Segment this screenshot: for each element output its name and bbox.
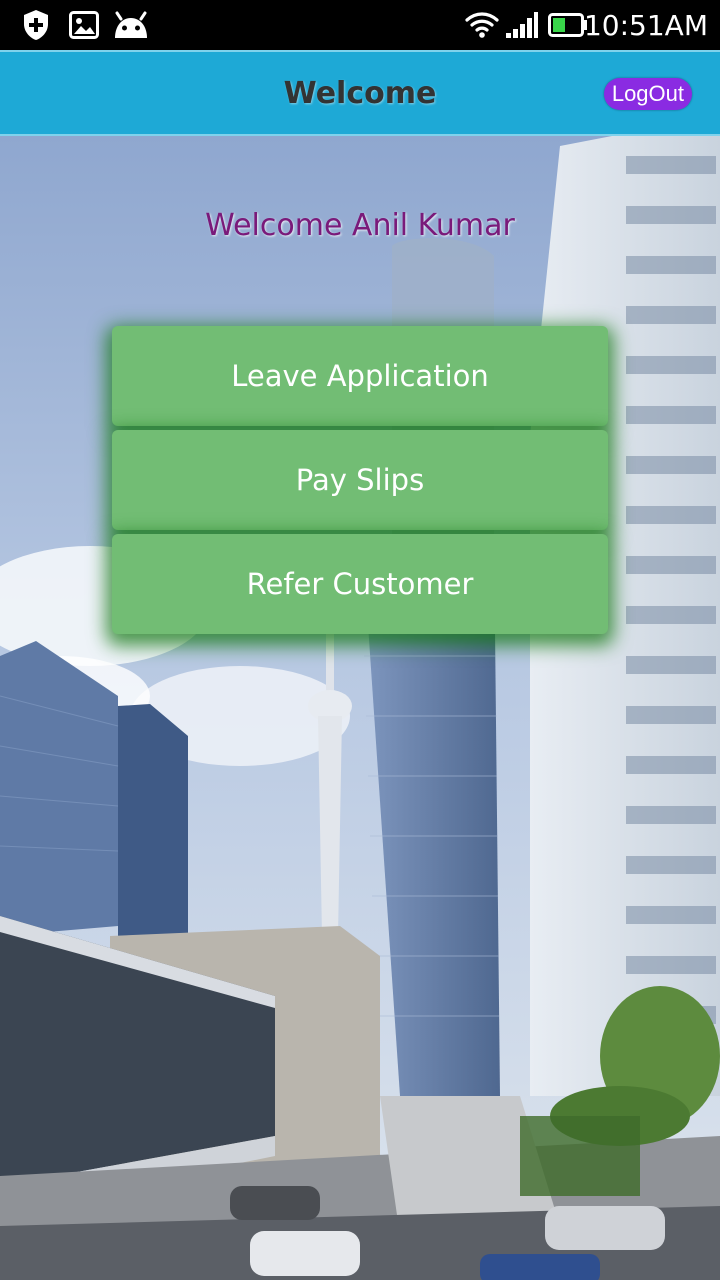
main-menu: Leave Application Pay Slips Refer Custom… — [112, 326, 608, 638]
app-bar: Welcome LogOut — [0, 50, 720, 136]
status-bar: 10:51AM — [0, 0, 720, 50]
screen: 10:51AM Welcome LogOut Welcome Anil Kuma… — [0, 0, 720, 1280]
leave-application-button[interactable]: Leave Application — [112, 326, 608, 426]
clock: 10:51AM — [583, 9, 708, 42]
logout-button[interactable]: LogOut — [603, 78, 692, 110]
gallery-icon — [68, 8, 100, 42]
android-icon — [112, 8, 150, 42]
signal-icon — [504, 8, 540, 42]
shield-icon — [22, 8, 50, 42]
battery-icon — [548, 8, 588, 42]
pay-slips-button[interactable]: Pay Slips — [112, 430, 608, 530]
welcome-greeting: Welcome Anil Kumar — [205, 208, 515, 243]
refer-customer-button[interactable]: Refer Customer — [112, 534, 608, 634]
wifi-icon — [464, 8, 500, 42]
city-background-image — [0, 136, 720, 1280]
